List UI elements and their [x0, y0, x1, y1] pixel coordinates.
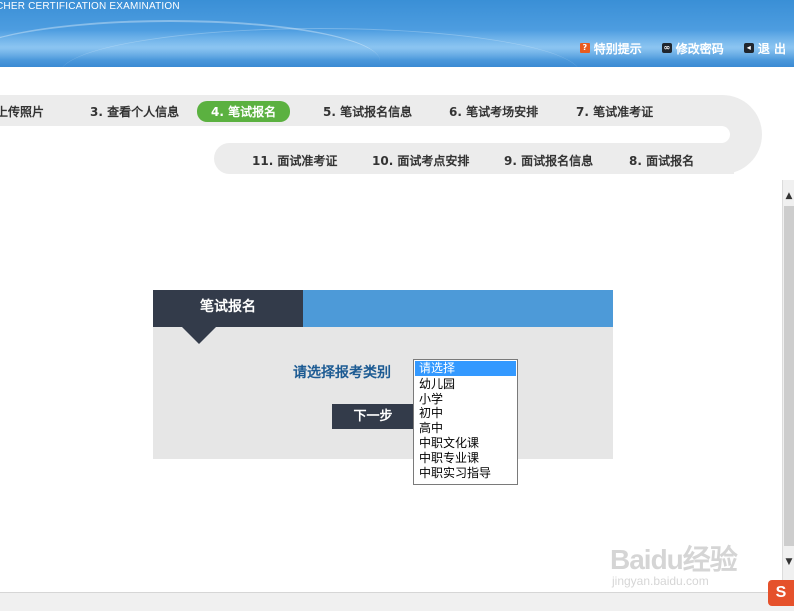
- header-banner: CHER CERTIFICATION EXAMINATION ? 特别提示 ∞ …: [0, 0, 794, 67]
- special-tips-link[interactable]: ? 特别提示: [579, 40, 642, 57]
- step-written-admission-ticket[interactable]: 7. 笔试准考证: [576, 103, 653, 120]
- dropdown-option[interactable]: 小学: [414, 392, 517, 407]
- brand-text: CHER CERTIFICATION EXAMINATION: [0, 1, 180, 12]
- key-icon: ∞: [661, 43, 672, 53]
- change-password-link[interactable]: ∞ 修改密码: [661, 40, 724, 57]
- baidu-jingyan-watermark: Baidu经验 jingyan.baidu.com: [610, 538, 738, 588]
- question-icon: ?: [579, 43, 590, 53]
- dropdown-option[interactable]: 中职实习指导: [414, 466, 517, 481]
- dropdown-option[interactable]: 高中: [414, 421, 517, 436]
- exam-category-dropdown[interactable]: 请选择 幼儿园 小学 初中 高中 中职文化课 中职专业课 中职实习指导: [413, 359, 518, 485]
- exit-icon: ◂: [743, 43, 754, 53]
- scroll-up-arrow-icon[interactable]: ▲: [783, 188, 794, 204]
- steps-track-gap: [690, 126, 730, 143]
- horizontal-scrollbar[interactable]: [0, 592, 794, 611]
- next-step-button[interactable]: 下一步: [332, 404, 414, 429]
- step-upload-photo[interactable]: 上传照片: [0, 103, 44, 120]
- watermark-logo: Baidu经验: [610, 544, 738, 575]
- special-tips-label: 特别提示: [593, 41, 642, 56]
- header-links: ? 特别提示 ∞ 修改密码 ◂ 退 出: [560, 40, 794, 56]
- step-written-registration-info[interactable]: 5. 笔试报名信息: [323, 103, 412, 120]
- step-interview-admission-ticket[interactable]: 11. 面试准考证: [252, 152, 337, 169]
- scroll-down-arrow-icon[interactable]: ▼: [783, 554, 794, 570]
- step-written-exam-room[interactable]: 6. 笔试考场安排: [449, 103, 538, 120]
- change-password-label: 修改密码: [675, 41, 724, 56]
- panel-tab-pointer: [182, 327, 216, 344]
- step-written-registration[interactable]: 4. 笔试报名: [197, 101, 291, 122]
- registration-panel: 笔试报名 请选择报考类别 下一步: [153, 290, 613, 459]
- logout-link[interactable]: ◂ 退 出: [743, 40, 786, 57]
- dropdown-option[interactable]: 初中: [414, 406, 517, 421]
- sogou-ime-icon[interactable]: S: [768, 580, 794, 606]
- step-view-personal-info[interactable]: 3. 查看个人信息: [90, 103, 179, 120]
- dropdown-option[interactable]: 请选择: [415, 361, 516, 376]
- vertical-scrollbar[interactable]: ▲ ▼: [782, 180, 794, 580]
- dropdown-option[interactable]: 幼儿园: [414, 377, 517, 392]
- step-interview-venue[interactable]: 10. 面试考点安排: [372, 152, 469, 169]
- dropdown-option[interactable]: 中职专业课: [414, 451, 517, 466]
- panel-tab-title: 笔试报名: [153, 290, 303, 327]
- step-interview-registration[interactable]: 8. 面试报名: [629, 152, 694, 169]
- logout-label: 退 出: [757, 41, 786, 56]
- scrollbar-thumb[interactable]: [784, 206, 794, 546]
- step-interview-registration-info[interactable]: 9. 面试报名信息: [504, 152, 593, 169]
- exam-category-label: 请选择报考类别: [293, 365, 391, 381]
- dropdown-option[interactable]: 中职文化课: [414, 436, 517, 451]
